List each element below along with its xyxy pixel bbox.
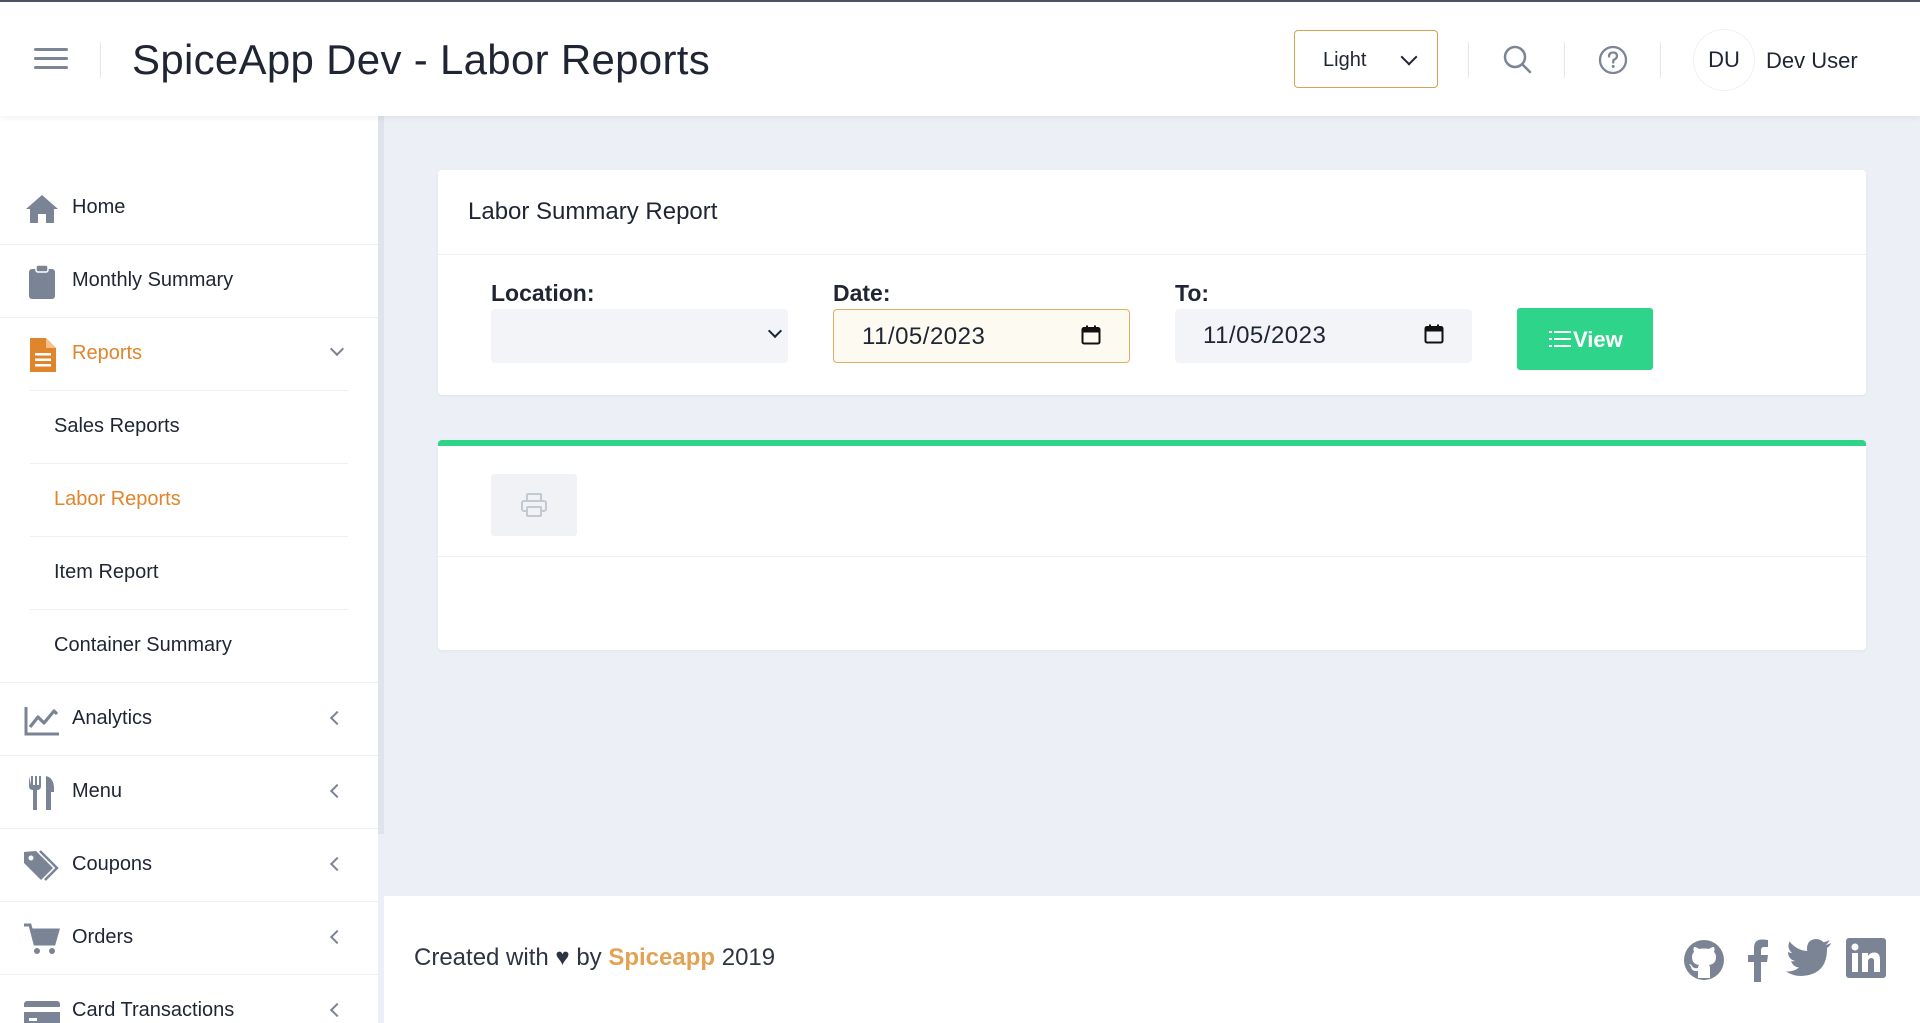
footer-year: 2019	[721, 944, 776, 971]
view-button-label: View	[1573, 327, 1623, 352]
chevron-down-icon	[767, 323, 783, 339]
date-to-input[interactable]: 11/05/2023	[1175, 309, 1472, 363]
chevron-left-icon	[329, 856, 345, 872]
sidebar-item-label: Monthly Summary	[72, 269, 234, 291]
print-button[interactable]	[491, 474, 577, 536]
top-header: SpiceApp Dev - Labor Reports Light DU De…	[0, 2, 1920, 116]
sidebar-item-card-transactions[interactable]: Card Transactions	[0, 975, 378, 1023]
sidebar-item-label: Reports	[72, 342, 143, 364]
sidebar-subitem-item-report[interactable]: Item Report	[30, 537, 348, 610]
credit-card-icon	[24, 1001, 60, 1023]
chevron-down-icon	[329, 341, 345, 357]
chevron-left-icon	[329, 1002, 345, 1018]
view-button[interactable]: View	[1517, 308, 1653, 370]
report-results-card	[438, 440, 1866, 650]
help-icon[interactable]	[1598, 45, 1628, 75]
location-select[interactable]	[491, 309, 788, 363]
sidebar-item-home[interactable]: Home	[0, 172, 378, 245]
sidebar-subitem-label: Sales Reports	[54, 415, 180, 437]
calendar-icon[interactable]	[1081, 325, 1101, 345]
sidebar-item-label: Home	[72, 196, 126, 218]
report-filter-card: Labor Summary Report Location: Date: 11/…	[438, 170, 1866, 395]
footer-credit: Created with ♥ by Spiceapp 2019	[414, 944, 775, 972]
sidebar-subitem-labor-reports[interactable]: Labor Reports	[30, 464, 348, 537]
home-icon	[26, 195, 58, 223]
date-from-input[interactable]: 11/05/2023	[833, 309, 1130, 363]
chevron-left-icon	[329, 710, 345, 726]
utensils-icon	[29, 776, 55, 810]
chevron-left-icon	[329, 929, 345, 945]
date-label: Date:	[833, 280, 891, 306]
footer-prefix: Created with ♥ by	[414, 944, 602, 971]
hamburger-menu-icon[interactable]	[34, 48, 68, 70]
cart-icon	[24, 923, 60, 954]
facebook-icon[interactable]	[1746, 938, 1770, 982]
sidebar-item-analytics[interactable]: Analytics	[0, 683, 378, 756]
sidebar-item-label: Card Transactions	[72, 999, 235, 1021]
twitter-icon[interactable]	[1786, 938, 1832, 978]
page-title: SpiceApp Dev - Labor Reports	[132, 36, 711, 83]
sidebar-item-label: Menu	[72, 780, 123, 802]
sidebar-item-reports[interactable]: Reports	[0, 318, 378, 391]
user-name[interactable]: Dev User	[1766, 48, 1858, 74]
location-label: Location:	[491, 280, 595, 306]
header-divider	[1660, 42, 1661, 78]
sidebar: Home Monthly Summary Reports Sales Repor…	[0, 116, 378, 1023]
search-icon[interactable]	[1502, 44, 1532, 74]
theme-select-value: Light	[1323, 49, 1367, 71]
sidebar-subitem-sales-reports[interactable]: Sales Reports	[30, 391, 348, 464]
calendar-icon[interactable]	[1424, 324, 1444, 344]
chevron-left-icon	[329, 783, 345, 799]
date-from-value: 11/05/2023	[862, 323, 986, 350]
printer-icon	[521, 493, 547, 517]
sidebar-subitem-label: Item Report	[54, 561, 159, 583]
sidebar-item-menu[interactable]: Menu	[0, 756, 378, 829]
avatar[interactable]: DU	[1694, 30, 1754, 90]
footer-brand-link[interactable]: Spiceapp	[608, 944, 715, 971]
sidebar-item-coupons[interactable]: Coupons	[0, 829, 378, 902]
tags-icon	[24, 850, 59, 881]
list-icon	[1549, 331, 1571, 347]
sidebar-subitem-container-summary[interactable]: Container Summary	[30, 610, 348, 683]
github-icon[interactable]	[1682, 938, 1726, 982]
divider	[438, 254, 1866, 255]
header-divider	[1564, 42, 1565, 78]
footer: Created with ♥ by Spiceapp 2019	[384, 896, 1920, 1023]
header-divider	[100, 42, 101, 78]
date-to-value: 11/05/2023	[1203, 322, 1327, 349]
linkedin-icon[interactable]	[1846, 938, 1886, 978]
chevron-down-icon	[1400, 48, 1418, 66]
chart-line-icon	[24, 707, 59, 736]
sidebar-scrollbar[interactable]	[378, 116, 384, 834]
header-divider	[1468, 42, 1469, 78]
to-label: To:	[1175, 280, 1210, 306]
theme-select[interactable]: Light	[1294, 30, 1438, 88]
sidebar-item-label: Orders	[72, 926, 134, 948]
clipboard-icon	[29, 265, 55, 299]
divider	[438, 556, 1866, 557]
sidebar-subitem-label: Container Summary	[54, 634, 232, 656]
sidebar-item-monthly-summary[interactable]: Monthly Summary	[0, 245, 378, 318]
card-title: Labor Summary Report	[468, 198, 718, 225]
document-icon	[30, 338, 56, 372]
sidebar-item-label: Analytics	[72, 707, 153, 729]
sidebar-item-orders[interactable]: Orders	[0, 902, 378, 975]
sidebar-item-label: Coupons	[72, 853, 153, 875]
sidebar-subitem-label: Labor Reports	[54, 488, 181, 510]
